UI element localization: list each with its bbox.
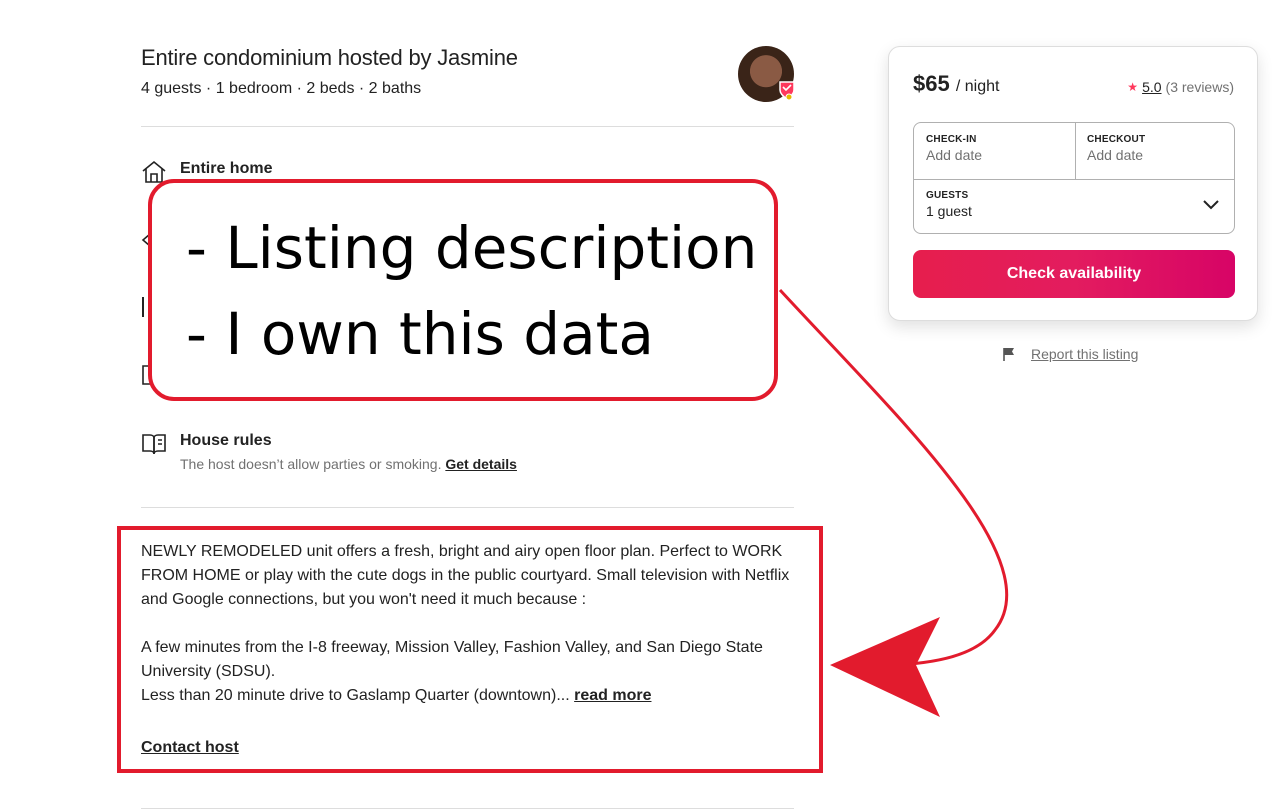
listing-title: Entire condominium hosted by Jasmine (141, 45, 518, 70)
nightly-price: $65 / night (913, 71, 999, 97)
superhost-badge-icon (779, 81, 795, 100)
annotation-line: - Listing description (186, 214, 758, 282)
highlight-title: Entire home (180, 160, 273, 177)
annotation-line: - I own this data (186, 300, 654, 368)
guests-label: GUESTS (926, 190, 969, 201)
house-rules-text: The host doesn’t allow parties or smokin… (180, 456, 442, 472)
highlight-title: House rules (180, 432, 272, 449)
star-icon: ★ (1127, 80, 1139, 94)
checkout-value: Add date (1087, 147, 1144, 163)
price-value: $65 (913, 71, 950, 96)
divider (141, 808, 794, 809)
check-availability-button[interactable]: Check availability (913, 250, 1235, 298)
checkin-field[interactable]: CHECK-IN Add date (914, 123, 1075, 179)
highlight-description: The host doesn’t allow parties or smokin… (180, 456, 517, 472)
price-unit: / night (955, 78, 1000, 95)
checkin-label: CHECK-IN (926, 134, 977, 145)
date-guest-picker: CHECK-IN Add date CHECKOUT Add date GUES… (913, 122, 1235, 234)
highlight-house-rules: House rules The host doesn’t allow parti… (141, 431, 517, 472)
rating-summary: ★ 5.0 (3 reviews) (1127, 79, 1234, 95)
rating-score[interactable]: 5.0 (1142, 79, 1161, 95)
description-highlight-box (117, 526, 823, 773)
chevron-down-icon[interactable] (1202, 195, 1220, 213)
divider (141, 126, 794, 127)
divider (141, 507, 794, 508)
checkin-value: Add date (926, 147, 983, 163)
report-listing[interactable]: Report this listing (1001, 346, 1138, 362)
booking-card: $65 / night ★ 5.0 (3 reviews) CHECK-IN A… (888, 46, 1258, 321)
listing-subtitle: 4 guests · 1 bedroom · 2 beds · 2 baths (141, 80, 422, 97)
guests-value: 1 guest (926, 203, 972, 219)
review-count[interactable]: (3 reviews) (1166, 79, 1234, 95)
host-avatar[interactable] (738, 46, 795, 102)
checkout-field[interactable]: CHECKOUT Add date (1075, 123, 1234, 179)
checkout-label: CHECKOUT (1087, 134, 1146, 145)
guests-field[interactable]: GUESTS 1 guest (914, 179, 1234, 233)
annotation-callout: - Listing description - I own this data (148, 179, 778, 401)
flag-icon (1003, 348, 1014, 361)
book-icon (142, 434, 166, 455)
get-details-link[interactable]: Get details (445, 456, 517, 472)
report-listing-link[interactable]: Report this listing (1031, 346, 1138, 362)
